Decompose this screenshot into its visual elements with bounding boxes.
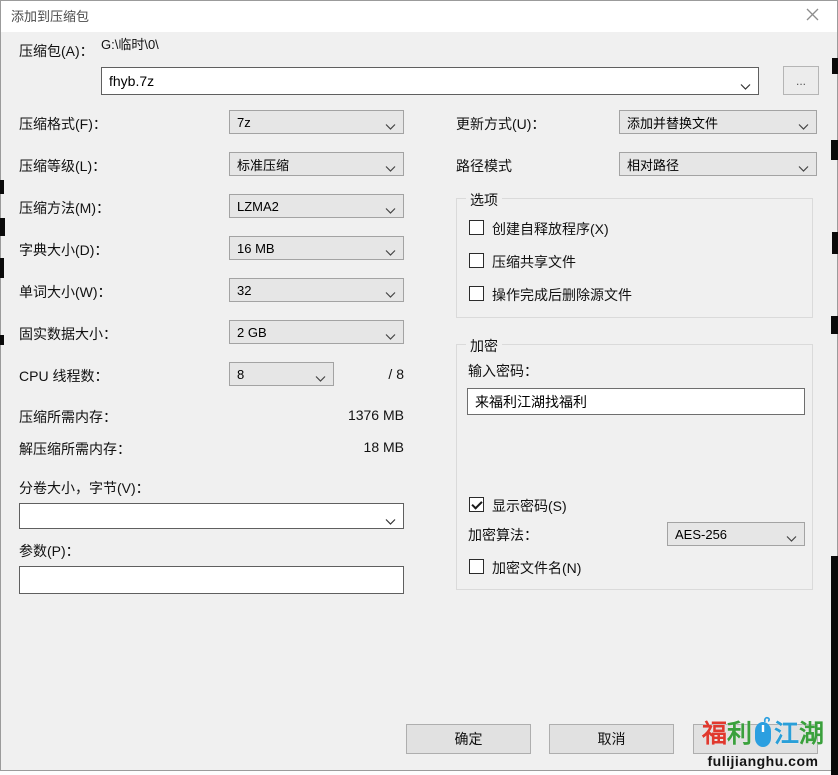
sfx-checkbox[interactable]: [469, 220, 484, 235]
watermark-logo: 福 利 江 湖 fulijianghu.com: [687, 715, 838, 773]
password-value: 来福利江湖找福利: [475, 393, 587, 410]
solid-block-dropdown[interactable]: 2 GB: [229, 320, 404, 344]
password-input[interactable]: 来福利江湖找福利: [467, 388, 805, 415]
chevron-down-icon: [385, 287, 396, 298]
word-size-value: 32: [237, 282, 252, 298]
edge-artifact: [832, 58, 838, 74]
method-dropdown[interactable]: LZMA2: [229, 194, 404, 218]
dictionary-value: 16 MB: [237, 240, 275, 256]
cpu-threads-value: 8: [237, 366, 245, 382]
chevron-down-icon[interactable]: [385, 513, 396, 525]
volume-size-label: 分卷大小，字节(V)：: [19, 480, 150, 496]
delete-after-checkbox-label[interactable]: 操作完成后删除源文件: [492, 285, 632, 305]
encryption-method-dropdown[interactable]: AES-256: [667, 522, 805, 546]
chevron-down-icon: [385, 119, 396, 130]
screenshot: 添加到压缩包 压缩包(A)： G:\临时\0\ fhyb.7z ... 压缩格式…: [0, 0, 838, 775]
show-password-checkbox-label[interactable]: 显示密码(S): [492, 496, 567, 516]
watermark-char: 江: [774, 719, 800, 748]
memory-decompress-value: 18 MB: [363, 439, 404, 455]
mouse-icon: [753, 716, 773, 753]
parameters-label: 参数(P)：: [19, 543, 80, 559]
update-mode-dropdown[interactable]: 添加并替换文件: [619, 110, 817, 134]
cpu-threads-dropdown[interactable]: 8: [229, 362, 334, 386]
chevron-down-icon: [385, 161, 396, 172]
volume-size-combobox[interactable]: [19, 503, 404, 529]
encryption-method-label: 加密算法：: [468, 527, 538, 543]
level-label: 压缩等级(L)：: [19, 158, 107, 174]
close-icon: [806, 8, 819, 26]
watermark-char: 湖: [799, 719, 825, 748]
show-password-checkbox[interactable]: [469, 497, 484, 512]
method-value: LZMA2: [237, 198, 279, 214]
path-mode-dropdown[interactable]: 相对路径: [619, 152, 817, 176]
cancel-button[interactable]: 取消: [549, 724, 674, 754]
password-label: 输入密码：: [468, 363, 538, 379]
update-mode-value: 添加并替换文件: [627, 115, 719, 131]
chevron-down-icon: [385, 329, 396, 340]
solid-block-value: 2 GB: [237, 324, 267, 340]
add-to-archive-dialog: 添加到压缩包 压缩包(A)： G:\临时\0\ fhyb.7z ... 压缩格式…: [0, 0, 838, 771]
dictionary-label: 字典大小(D)：: [19, 242, 109, 258]
word-size-label: 单词大小(W)：: [19, 284, 112, 300]
cpu-threads-max: / 8: [388, 366, 404, 382]
memory-decompress-label: 解压缩所需内存：: [19, 441, 131, 457]
encrypt-names-checkbox[interactable]: [469, 559, 484, 574]
chevron-down-icon: [798, 119, 809, 130]
edge-artifact: [831, 556, 838, 775]
title-bar[interactable]: [1, 1, 837, 32]
dialog-title: 添加到压缩包: [11, 9, 90, 24]
chevron-down-icon: [385, 203, 396, 214]
path-mode-label: 路径模式: [456, 158, 512, 174]
level-value: 标准压缩: [237, 157, 290, 173]
chevron-down-icon: [798, 161, 809, 172]
watermark-char: 福: [701, 719, 727, 748]
close-button[interactable]: [795, 1, 829, 32]
shared-files-checkbox-label[interactable]: 压缩共享文件: [492, 252, 576, 272]
edge-artifact: [0, 180, 4, 194]
cpu-threads-label: CPU 线程数：: [19, 368, 109, 384]
chevron-down-icon: [385, 245, 396, 256]
shared-files-checkbox[interactable]: [469, 253, 484, 268]
edge-artifact: [0, 258, 4, 278]
format-label: 压缩格式(F)：: [19, 116, 107, 132]
memory-compress-label: 压缩所需内存：: [19, 409, 117, 425]
watermark-url: fulijianghu.com: [707, 753, 819, 769]
dictionary-dropdown[interactable]: 16 MB: [229, 236, 404, 260]
word-size-dropdown[interactable]: 32: [229, 278, 404, 302]
edge-artifact: [0, 218, 5, 236]
edge-artifact: [832, 232, 838, 254]
memory-compress-value: 1376 MB: [347, 407, 404, 423]
chevron-down-icon: [315, 371, 326, 382]
method-label: 压缩方法(M)：: [19, 200, 110, 216]
level-dropdown[interactable]: 标准压缩: [229, 152, 404, 176]
format-dropdown[interactable]: 7z: [229, 110, 404, 134]
archive-name-combobox[interactable]: fhyb.7z: [101, 67, 759, 95]
delete-after-checkbox[interactable]: [469, 286, 484, 301]
edge-artifact: [831, 316, 838, 334]
edge-artifact: [831, 140, 838, 160]
watermark-char: 利: [726, 719, 752, 748]
encryption-group-title: 加密: [466, 336, 502, 356]
archive-name-value: fhyb.7z: [109, 73, 155, 89]
chevron-down-icon: [786, 531, 797, 542]
browse-button[interactable]: ...: [783, 66, 819, 95]
update-mode-label: 更新方式(U)：: [456, 116, 546, 132]
chevron-down-icon[interactable]: [740, 78, 751, 90]
archive-label: 压缩包(A)：: [19, 43, 94, 59]
parameters-input[interactable]: [19, 566, 404, 594]
archive-dir-path: G:\临时\0\: [101, 37, 159, 52]
solid-block-label: 固实数据大小：: [19, 326, 117, 342]
format-value: 7z: [237, 114, 251, 130]
path-mode-value: 相对路径: [627, 157, 680, 173]
encryption-method-value: AES-256: [675, 526, 728, 542]
sfx-checkbox-label[interactable]: 创建自释放程序(X): [492, 219, 609, 239]
edge-artifact: [0, 335, 4, 345]
options-group-title: 选项: [466, 190, 502, 210]
watermark-text: 福 利 江 湖: [687, 715, 838, 753]
encrypt-names-checkbox-label[interactable]: 加密文件名(N): [492, 558, 581, 578]
ok-button[interactable]: 确定: [406, 724, 531, 754]
